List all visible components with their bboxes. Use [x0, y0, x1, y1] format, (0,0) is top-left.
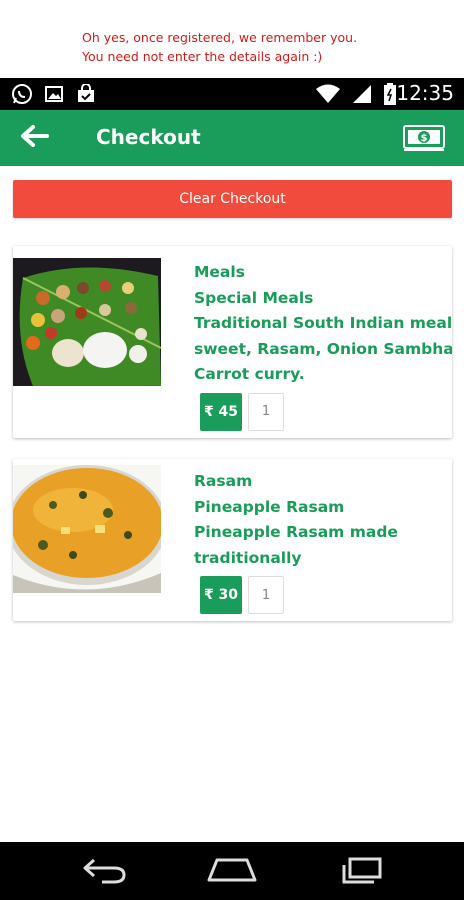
- svg-text:$: $: [421, 133, 428, 144]
- item-info: Meals Special Meals Traditional South In…: [194, 260, 452, 431]
- nav-home-button[interactable]: [204, 856, 260, 888]
- item-description-line: Traditional South Indian meals wit: [194, 314, 452, 332]
- status-bar: 12:35: [0, 78, 464, 110]
- wifi-icon: [316, 82, 340, 106]
- nav-back-button[interactable]: [76, 856, 132, 888]
- app-bar: Checkout $: [0, 110, 464, 166]
- item-description-line: Pineapple Rasam made: [194, 523, 398, 541]
- meals-image: [13, 258, 161, 386]
- navigation-bar: [0, 842, 464, 900]
- page-title: Checkout: [96, 125, 201, 149]
- clear-checkout-button[interactable]: Clear Checkout: [13, 180, 452, 218]
- promo-caption: Oh yes, once registered, we remember you…: [0, 0, 464, 78]
- caption-line-2: You need not enter the details again :): [82, 49, 323, 64]
- item-info: Rasam Pineapple Rasam Pineapple Rasam ma…: [194, 469, 452, 614]
- recents-nav-icon: [338, 856, 386, 888]
- quantity-field[interactable]: 1: [248, 392, 284, 431]
- signal-icon: [350, 82, 374, 106]
- price-badge: ₹ 45: [200, 392, 242, 431]
- checkout-item-card[interactable]: Rasam Pineapple Rasam Pineapple Rasam ma…: [13, 459, 452, 621]
- item-name: Special Meals: [194, 288, 314, 307]
- status-time: 12:35: [396, 81, 454, 105]
- nav-recents-button[interactable]: [334, 856, 390, 888]
- item-description-line: Carrot curry.: [194, 365, 305, 383]
- item-category: Rasam: [194, 472, 253, 490]
- item-name: Pineapple Rasam: [194, 497, 345, 516]
- money-icon: $: [402, 125, 446, 156]
- item-description-line: traditionally: [194, 548, 302, 567]
- quantity-field[interactable]: 1: [248, 576, 284, 614]
- price-row: ₹ 30 1: [200, 576, 452, 614]
- back-nav-icon: [80, 856, 128, 888]
- gallery-icon: [42, 82, 66, 106]
- shopping-bag-icon: [74, 82, 98, 106]
- item-category: Meals: [194, 263, 245, 281]
- whatsapp-icon: [10, 82, 34, 106]
- checkout-item-card[interactable]: Meals Special Meals Traditional South In…: [13, 246, 452, 438]
- home-nav-icon: [205, 856, 259, 888]
- price-row: ₹ 45 1: [200, 392, 452, 431]
- price-badge: ₹ 30: [200, 576, 242, 614]
- payment-button[interactable]: $: [402, 124, 446, 152]
- item-description-line: sweet, Rasam, Onion Sambhar,: [194, 339, 452, 358]
- back-button[interactable]: [14, 122, 54, 154]
- rasam-image: [13, 465, 161, 593]
- arrow-left-icon: [19, 124, 49, 152]
- caption-line-1: Oh yes, once registered, we remember you…: [82, 30, 358, 45]
